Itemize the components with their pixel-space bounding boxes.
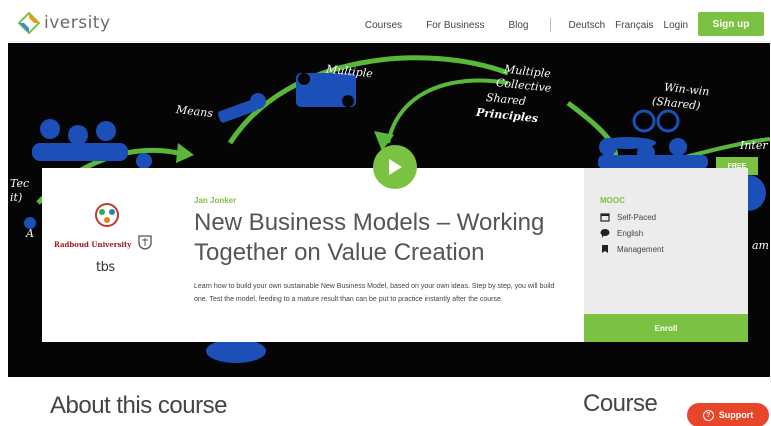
radboud-university-name: Radboud University: [54, 240, 132, 249]
calendar-icon: [600, 213, 610, 222]
hero-word-it: it): [10, 191, 23, 204]
bookmark-icon: [602, 245, 608, 253]
course-card: Radboud University tbs Jan Jonker New Bu…: [42, 168, 748, 342]
course-description: Learn how to build your own sustainable …: [194, 283, 555, 303]
radboud-logo-icon: [95, 203, 119, 227]
nav-courses[interactable]: Courses: [365, 20, 402, 31]
help-icon: ?: [702, 409, 714, 421]
course-sidebar: MOOC Self-Paced English Management Enrol…: [584, 168, 748, 342]
play-video-button[interactable]: [373, 145, 417, 189]
course-type-label: MOOC: [600, 196, 625, 205]
partner-logos: Radboud University tbs: [42, 168, 184, 342]
nav-for-business[interactable]: For Business: [426, 20, 484, 31]
meta-language-label: English: [617, 228, 644, 238]
hero-word-am: am: [752, 239, 769, 252]
hero-word-inter: Inter: [740, 139, 768, 152]
meta-category: Management: [600, 244, 664, 254]
meta-language: English: [600, 228, 643, 238]
hero-word-a: A: [26, 227, 34, 240]
signup-button[interactable]: Sign up: [698, 12, 764, 36]
crest-icon: [138, 235, 152, 250]
instructor-name[interactable]: Jan Jonker: [194, 196, 236, 205]
logo-text: iversity: [44, 13, 111, 33]
logo-diamond-icon: [18, 12, 40, 34]
enroll-button[interactable]: Enroll: [584, 314, 748, 342]
meta-pace-label: Self-Paced: [617, 212, 657, 222]
nav-divider: [550, 18, 552, 32]
lang-francais[interactable]: Français: [615, 20, 653, 31]
course-heading: Course: [583, 390, 658, 417]
course-info: Jan Jonker New Business Models – Working…: [192, 168, 582, 342]
main-nav: Courses For Business Blog Deutsch França…: [341, 18, 688, 32]
play-icon: [389, 159, 402, 175]
iversity-logo[interactable]: iversity: [18, 12, 111, 34]
nav-blog[interactable]: Blog: [508, 20, 528, 31]
lang-deutsch[interactable]: Deutsch: [568, 20, 605, 31]
about-heading: About this course: [50, 392, 227, 419]
tbs-logo: tbs: [96, 260, 115, 275]
course-title: New Business Models – Working Together o…: [194, 209, 545, 266]
speech-bubble-icon: [600, 229, 610, 238]
meta-category-label: Management: [617, 244, 664, 254]
support-button[interactable]: ? Support: [687, 403, 769, 426]
hero-word-tec: Tec: [10, 177, 30, 190]
support-label: Support: [718, 410, 754, 420]
nav-login[interactable]: Login: [664, 20, 688, 31]
meta-pace: Self-Paced: [600, 212, 656, 222]
top-header: iversity Courses For Business Blog Deuts…: [8, 6, 770, 42]
